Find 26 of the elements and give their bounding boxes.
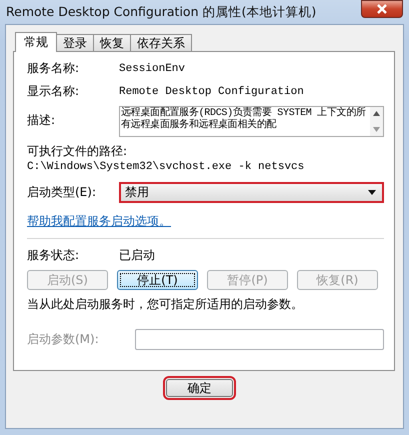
service-name: SessionEnv	[119, 62, 186, 74]
field-label: 启动参数(M):	[27, 331, 100, 348]
ok-button[interactable]: 确定	[166, 379, 233, 397]
scroll-down-icon[interactable]	[373, 127, 380, 132]
service-status: 已启动	[119, 247, 155, 264]
startup-type-dropdown[interactable]: 禁用	[119, 182, 384, 203]
tab[interactable]: 登录	[56, 34, 94, 51]
field-label: 描述:	[27, 112, 56, 129]
close-icon	[376, 4, 388, 14]
tab[interactable]: 常规	[15, 32, 57, 52]
field-label: 显示名称:	[27, 83, 80, 100]
service-control-button[interactable]: 停止(T)	[117, 270, 198, 290]
field-label: 服务状态:	[27, 247, 80, 264]
display-name: Remote Desktop Configuration	[119, 86, 304, 98]
executable-path: C:\Windows\System32\svchost.exe -k netsvcs	[27, 161, 306, 173]
window-title: Remote Desktop Configuration 的属性(本地计算机)	[6, 4, 316, 20]
dropdown-arrow-icon	[368, 190, 376, 195]
field-label: 启动类型(E):	[27, 184, 97, 201]
tab[interactable]: 依存关系	[130, 34, 192, 51]
tab[interactable]: 恢复	[93, 34, 131, 51]
field-label: 服务名称:	[27, 60, 80, 77]
close-button[interactable]	[361, 0, 403, 18]
field-label: 可执行文件的路径:	[27, 143, 128, 160]
hint-text: 当从此处启动服务时，您可指定所适用的启动参数。	[27, 296, 304, 313]
help-link[interactable]: 帮助我配置服务启动选项。	[27, 213, 171, 230]
scroll-up-icon[interactable]	[373, 111, 380, 116]
